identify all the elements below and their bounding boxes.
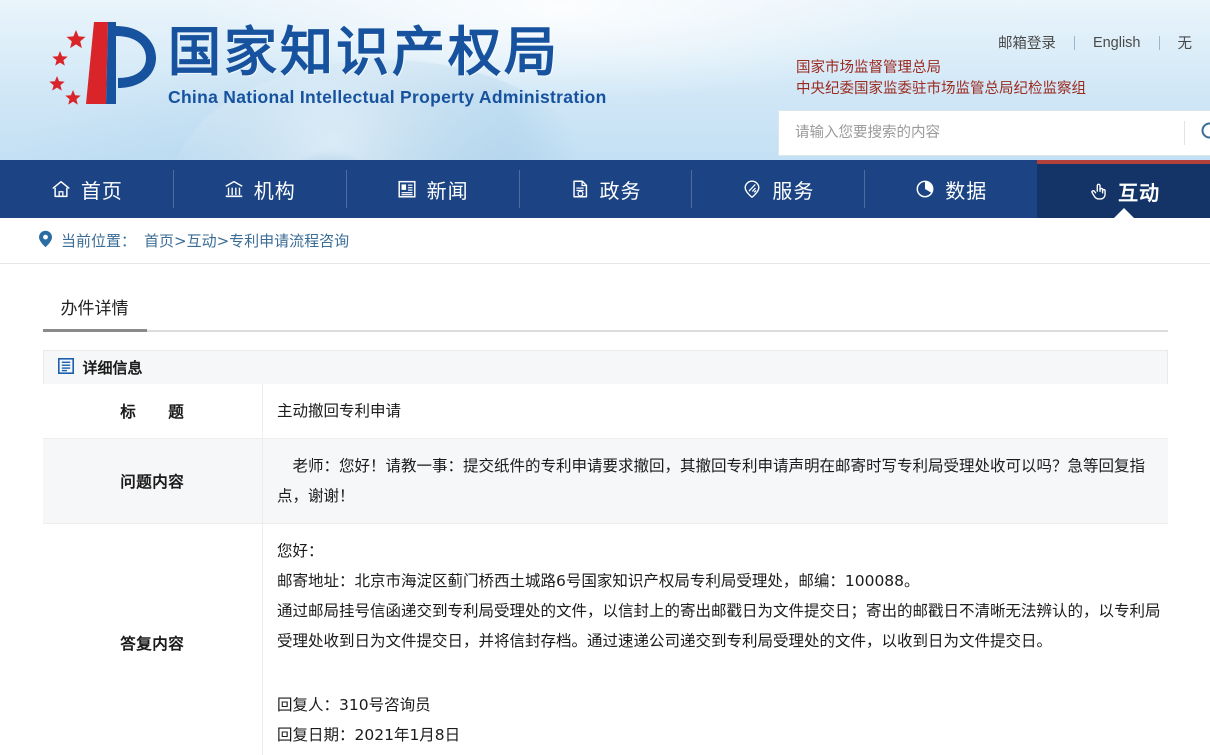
search-icon [1199, 120, 1210, 147]
bank-icon [223, 178, 245, 200]
row-value-question: 老师：您好！请教一事：提交纸件的专利申请要求撤回，其撤回专利申请声明在邮寄时写专… [262, 438, 1168, 524]
nav-item-organization[interactable]: 机构 [172, 160, 346, 218]
table-row: 答复内容 您好： 邮寄地址：北京市海淀区蓟门桥西土城路6号国家知识产权局专利局受… [42, 523, 1168, 755]
list-icon [57, 357, 74, 378]
row-label-title: 标 题 [42, 384, 263, 439]
nav-item-news[interactable]: 新闻 [345, 160, 519, 218]
answer-spacer [277, 656, 1168, 690]
affiliated-org-names: 国家市场监督管理总局 中央纪委国家监委驻市场监管总局纪检监察组 [796, 58, 1086, 100]
nav-item-government-affairs[interactable]: 政务 [518, 160, 692, 218]
org-line-1: 国家市场监督管理总局 [796, 60, 941, 76]
nav-label-interaction: 互动 [1118, 180, 1161, 205]
answer-date: 回复日期：2021年1月8日 [277, 726, 461, 744]
panel-title: 详细信息 [82, 359, 143, 377]
breadcrumb-bar: 当前位置： 首页>互动>专利申请流程咨询 [0, 218, 1210, 264]
detail-table: 标 题 主动撤回专利申请 问题内容 老师：您好！请教一事：提交纸件的专利申请要求… [42, 384, 1168, 755]
breadcrumb-prefix: 当前位置： [61, 232, 137, 250]
nav-item-interaction[interactable]: 互动 [1037, 160, 1210, 219]
toplink-accessibility[interactable]: 无 [1160, 32, 1210, 53]
nav-label-government-affairs: 政务 [599, 178, 642, 203]
table-row: 标 题 主动撤回专利申请 [42, 384, 1168, 439]
site-search[interactable] [778, 110, 1210, 156]
answer-line-1: 您好： [277, 542, 324, 560]
search-input[interactable] [779, 111, 1184, 155]
service-icon [741, 178, 763, 200]
nav-label-home: 首页 [80, 178, 123, 203]
row-label-question: 问题内容 [42, 438, 263, 524]
tab-bar: 办件详情 [42, 292, 1168, 332]
content-card: 办件详情 详细信息 标 题 主动撤回专利申请 问题内容 老师：您好！请教一事：提… [42, 292, 1168, 755]
top-utility-links: 邮箱登录 English 无 [980, 32, 1210, 53]
row-value-answer: 您好： 邮寄地址：北京市海淀区蓟门桥西土城路6号国家知识产权局专利局受理处，邮编… [262, 523, 1168, 755]
site-logo[interactable]: 国家知识产权局 China National Intellectual Prop… [38, 16, 607, 116]
page-body: 办件详情 详细信息 标 题 主动撤回专利申请 问题内容 老师：您好！请教一事：提… [0, 264, 1210, 755]
org-line-2: 中央纪委国家监委驻市场监管总局纪检监察组 [796, 81, 1086, 97]
breadcrumb-path[interactable]: 首页>互动>专利申请流程咨询 [144, 230, 349, 251]
table-row: 问题内容 老师：您好！请教一事：提交纸件的专利申请要求撤回，其撤回专利申请声明在… [42, 438, 1168, 524]
cnipa-emblem-icon [38, 16, 164, 116]
nav-item-home[interactable]: 首页 [0, 160, 173, 218]
nav-label-data: 数据 [945, 178, 988, 203]
detail-panel: 详细信息 标 题 主动撤回专利申请 问题内容 老师：您好！请教一事：提交纸件的专… [42, 350, 1168, 755]
panel-header: 详细信息 [42, 350, 1168, 384]
breadcrumb: 当前位置： 首页>互动>专利申请流程咨询 [38, 230, 349, 252]
answer-line-2: 邮寄地址：北京市海淀区蓟门桥西土城路6号国家知识产权局专利局受理处，邮编：100… [277, 572, 920, 590]
answer-block: 您好： 邮寄地址：北京市海淀区蓟门桥西土城路6号国家知识产权局专利局受理处，邮编… [277, 536, 1168, 750]
newspaper-icon [396, 178, 418, 200]
logo-title-cn: 国家知识产权局 [168, 22, 560, 83]
active-tab-caret-icon [1112, 208, 1135, 219]
row-value-title: 主动撤回专利申请 [262, 384, 1168, 439]
search-button[interactable] [1185, 111, 1210, 155]
hand-icon [1087, 180, 1109, 202]
main-navigation: 首页 机构 新闻 政务 服务 数据 互动 [0, 160, 1210, 219]
toplink-english[interactable]: English [1075, 35, 1159, 51]
nav-label-news: 新闻 [426, 178, 469, 203]
answer-line-3: 通过邮局挂号信函递交到专利局受理处的文件，以信封上的寄出邮戳日为文件提交日；寄出… [277, 602, 1161, 650]
piechart-icon [914, 178, 936, 200]
tab-case-detail[interactable]: 办件详情 [42, 294, 147, 332]
nav-label-service: 服务 [772, 178, 815, 203]
site-header: 国家知识产权局 China National Intellectual Prop… [0, 0, 1210, 160]
logo-title-en: China National Intellectual Property Adm… [168, 87, 607, 107]
nav-item-data[interactable]: 数据 [864, 160, 1037, 218]
toplink-mail-login[interactable]: 邮箱登录 [980, 32, 1074, 53]
row-label-answer: 答复内容 [42, 523, 263, 755]
document-icon [569, 178, 591, 200]
location-pin-icon [38, 230, 53, 252]
nav-label-organization: 机构 [253, 178, 296, 203]
home-icon [50, 178, 72, 200]
nav-item-service[interactable]: 服务 [691, 160, 864, 218]
answer-responder: 回复人：310号咨询员 [277, 696, 431, 714]
